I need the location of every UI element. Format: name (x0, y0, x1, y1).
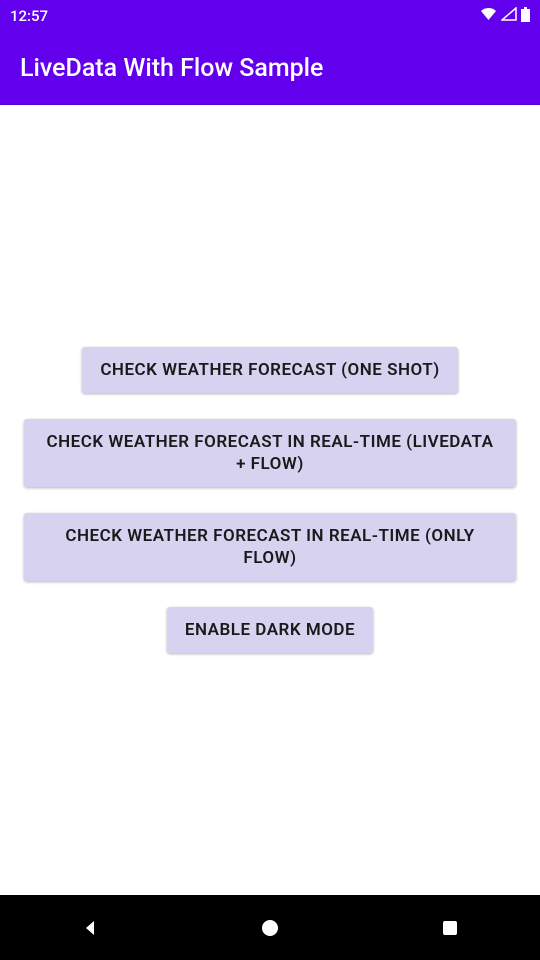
main-content: CHECK WEATHER FORECAST (ONE SHOT) CHECK … (0, 105, 540, 895)
status-bar: 12:57 (0, 0, 540, 32)
app-bar: LiveData With Flow Sample (0, 32, 540, 105)
home-icon (260, 918, 280, 938)
enable-dark-mode-button[interactable]: ENABLE DARK MODE (167, 607, 373, 653)
check-forecast-one-shot-button[interactable]: CHECK WEATHER FORECAST (ONE SHOT) (82, 347, 457, 393)
page-title: LiveData With Flow Sample (20, 54, 323, 83)
back-icon (80, 918, 100, 938)
battery-icon (521, 7, 530, 26)
status-time: 12:57 (10, 7, 48, 25)
wifi-icon (480, 7, 497, 25)
cell-signal-icon (501, 7, 517, 25)
nav-home-button[interactable] (230, 908, 310, 948)
navigation-bar (0, 895, 540, 960)
check-forecast-livedata-flow-button[interactable]: CHECK WEATHER FORECAST IN REAL-TIME (LIV… (24, 419, 516, 487)
check-forecast-only-flow-button[interactable]: CHECK WEATHER FORECAST IN REAL-TIME (ONL… (24, 513, 516, 581)
recent-icon (441, 919, 459, 937)
status-icons (480, 7, 530, 26)
nav-back-button[interactable] (50, 908, 130, 948)
nav-recent-button[interactable] (410, 908, 490, 948)
